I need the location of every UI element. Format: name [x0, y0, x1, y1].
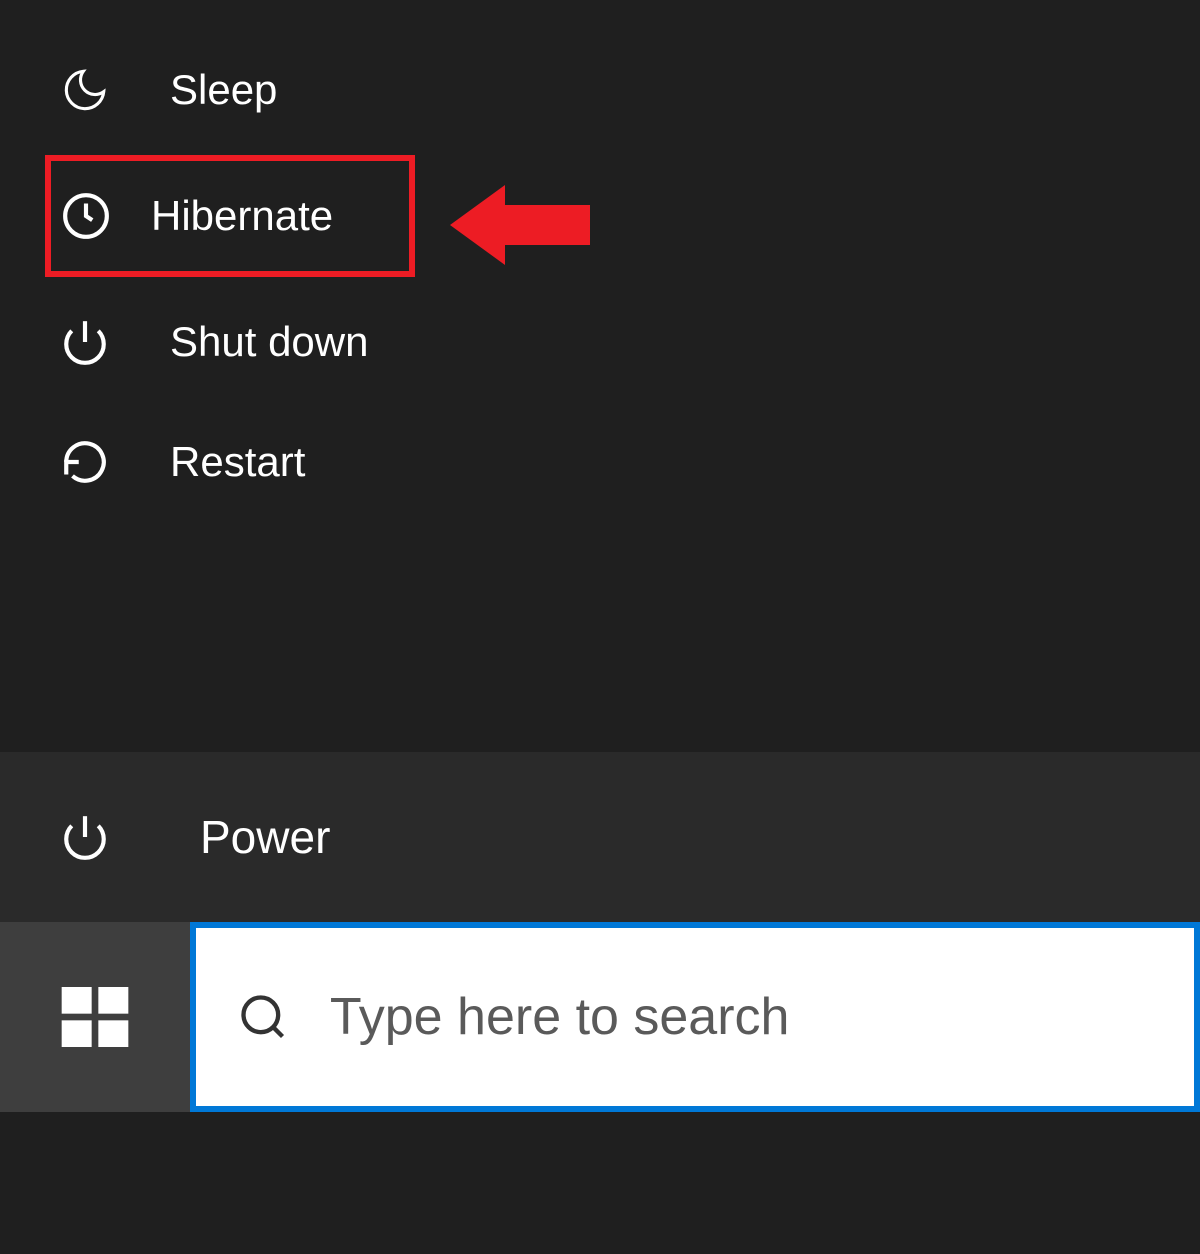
menu-item-sleep[interactable]: Sleep — [0, 30, 1200, 150]
taskbar — [0, 922, 1200, 1112]
menu-item-hibernate[interactable]: Hibernate — [45, 155, 415, 277]
windows-logo-icon — [55, 977, 135, 1057]
power-label: Power — [200, 810, 330, 864]
red-arrow-annotation — [450, 175, 590, 275]
power-menu: Sleep Hibernate Shut down Restart — [0, 0, 1200, 752]
moon-icon — [60, 65, 110, 115]
menu-item-label: Shut down — [170, 318, 368, 366]
menu-item-shutdown[interactable]: Shut down — [0, 282, 1200, 402]
power-icon — [60, 812, 110, 862]
menu-spacer — [0, 522, 1200, 752]
menu-item-restart[interactable]: Restart — [0, 402, 1200, 522]
menu-item-label: Restart — [170, 438, 305, 486]
power-icon — [60, 317, 110, 367]
clock-icon — [61, 191, 111, 241]
restart-icon — [60, 437, 110, 487]
search-input[interactable] — [330, 987, 1154, 1047]
start-button[interactable] — [0, 922, 190, 1112]
menu-item-label: Sleep — [170, 66, 277, 114]
menu-item-label: Hibernate — [151, 192, 333, 240]
power-button-section[interactable]: Power — [0, 752, 1200, 922]
search-icon — [236, 987, 290, 1047]
search-box[interactable] — [190, 922, 1200, 1112]
